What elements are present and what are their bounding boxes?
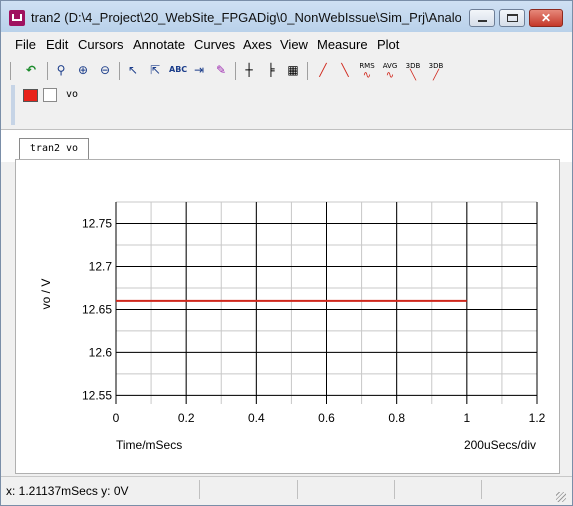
plot-area[interactable]: 12.55 12.6 12.65 12.7 12.75 0 0.2 0.4 0.6 0.8 1 1.… bbox=[15, 159, 560, 474]
y-tick-label: 12.75 bbox=[82, 216, 112, 230]
undo-icon[interactable]: ↶ bbox=[23, 61, 39, 79]
legend-series-label: vo bbox=[66, 89, 79, 100]
tab-strip: tran2 vo bbox=[1, 129, 572, 162]
grid-xy-icon[interactable]: ▦ bbox=[285, 61, 301, 79]
menu-view[interactable]: View bbox=[280, 37, 308, 52]
y-tick-label: 12.6 bbox=[89, 345, 113, 359]
zoom-fit-icon[interactable]: ⚲ bbox=[53, 61, 69, 79]
add-trace-icon[interactable]: ⇥ bbox=[191, 61, 207, 79]
menu-bar: File Edit Cursors Annotate Curves Axes V… bbox=[1, 33, 572, 56]
close-button[interactable]: ✕ bbox=[529, 9, 563, 27]
menu-axes[interactable]: Axes bbox=[243, 37, 272, 52]
y-tick-label: 12.55 bbox=[82, 388, 112, 402]
series-visible-checkbox[interactable] bbox=[43, 88, 57, 102]
x-tick-label: 1.2 bbox=[529, 411, 546, 425]
resize-grip[interactable] bbox=[556, 492, 566, 502]
x-tick-label: 0.8 bbox=[388, 411, 405, 425]
3db-low-icon[interactable]: 3DB ╲ bbox=[405, 61, 421, 81]
y-tick-label: 12.7 bbox=[89, 259, 113, 273]
x-tick-label: 0 bbox=[113, 411, 120, 425]
trace-mark-icon[interactable]: ✎ bbox=[213, 61, 229, 79]
menu-curves[interactable]: Curves bbox=[194, 37, 235, 52]
cursor-readout: x: 1.21137mSecs y: 0V bbox=[6, 484, 129, 498]
chart-svg: 12.55 12.6 12.65 12.7 12.75 0 0.2 0.4 0.6 0.8 1 1.… bbox=[39, 201, 546, 452]
zoom-in-icon[interactable]: ⊕ bbox=[75, 61, 91, 79]
series-color-swatch[interactable] bbox=[23, 89, 38, 102]
minimize-button[interactable] bbox=[469, 9, 495, 27]
app-icon bbox=[9, 10, 25, 26]
grid-vertical-icon[interactable]: ┼ bbox=[241, 61, 257, 79]
toolbar: ↶ ⚲ ⊕ ⊖ ↖ ⇱ ABC ⇥ ✎ ┼ ╞ ▦ ╱ ╲ RMS ∿ AVG ∿ … bbox=[9, 58, 564, 84]
x-tick-label: 0.4 bbox=[248, 411, 265, 425]
y-tick-label: 12.65 bbox=[82, 302, 112, 316]
cursor-select-icon[interactable]: ↖ bbox=[125, 61, 141, 79]
maximize-button[interactable] bbox=[499, 9, 525, 27]
x-division-label: 200uSecs/div bbox=[464, 438, 536, 452]
title-bar[interactable]: tran2 (D:\4_Project\20_WebSite_FPGADig\0… bbox=[1, 1, 572, 32]
x-tick-label: 1 bbox=[463, 411, 470, 425]
legend-bar: vo bbox=[11, 85, 563, 125]
label-abc-icon[interactable]: ABC bbox=[169, 61, 187, 79]
zoom-out-icon[interactable]: ⊖ bbox=[97, 61, 113, 79]
y-axis-label: vo / V bbox=[39, 279, 53, 310]
menu-measure[interactable]: Measure bbox=[317, 37, 368, 52]
rms-icon[interactable]: RMS ∿ bbox=[359, 61, 375, 81]
tab-tran2-vo[interactable]: tran2 vo bbox=[19, 138, 89, 159]
avg-icon[interactable]: AVG ∿ bbox=[382, 61, 398, 81]
menu-annotate[interactable]: Annotate bbox=[133, 37, 185, 52]
status-bar: x: 1.21137mSecs y: 0V bbox=[1, 476, 572, 505]
fall-edge-icon[interactable]: ╲ bbox=[337, 61, 353, 79]
menu-plot[interactable]: Plot bbox=[377, 37, 399, 52]
menu-cursors[interactable]: Cursors bbox=[78, 37, 124, 52]
menu-file[interactable]: File bbox=[15, 37, 36, 52]
rise-edge-icon[interactable]: ╱ bbox=[315, 61, 331, 79]
scope-window: tran2 (D:\4_Project\20_WebSite_FPGADig\0… bbox=[0, 0, 573, 506]
cursor-measure-icon[interactable]: ⇱ bbox=[147, 61, 163, 79]
menu-edit[interactable]: Edit bbox=[46, 37, 68, 52]
grid-horizontal-icon[interactable]: ╞ bbox=[263, 61, 279, 79]
3db-high-icon[interactable]: 3DB ╱ bbox=[428, 61, 444, 81]
x-axis-label: Time/mSecs bbox=[116, 438, 182, 452]
x-tick-label: 0.2 bbox=[178, 411, 195, 425]
window-title: tran2 (D:\4_Project\20_WebSite_FPGADig\0… bbox=[31, 10, 461, 25]
x-tick-label: 0.6 bbox=[318, 411, 335, 425]
